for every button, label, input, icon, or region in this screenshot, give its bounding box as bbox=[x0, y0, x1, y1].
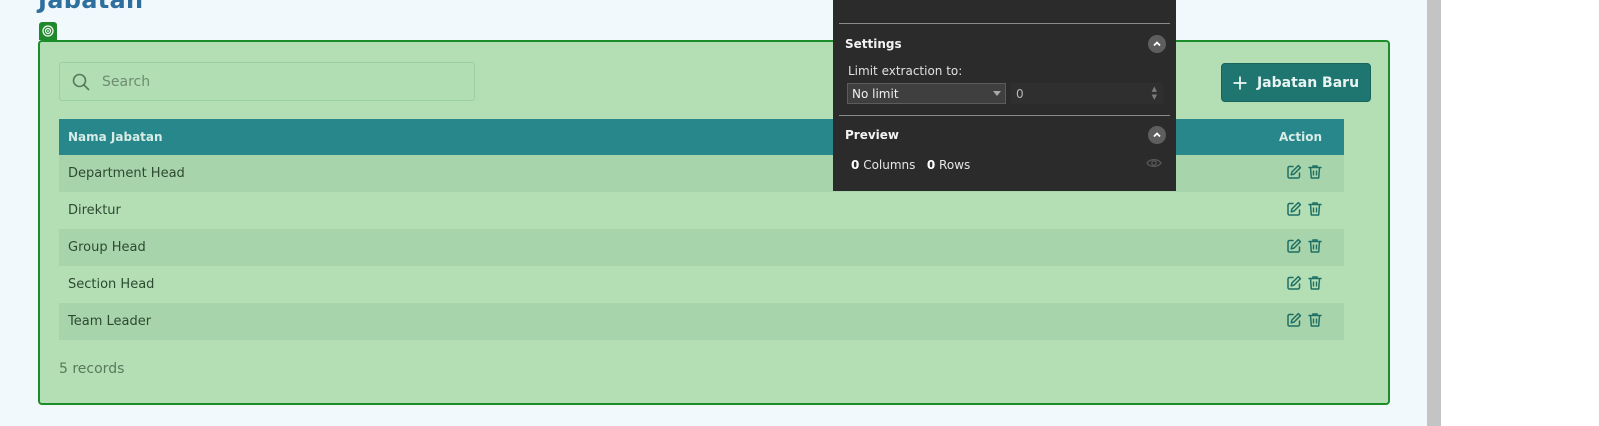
edit-icon[interactable] bbox=[1286, 312, 1302, 332]
plus-icon bbox=[1233, 76, 1247, 89]
row-name: Department Head bbox=[68, 166, 185, 181]
chevron-up-icon[interactable] bbox=[1148, 126, 1166, 144]
row-name: Direktur bbox=[68, 203, 121, 218]
rows-label: Rows bbox=[939, 158, 971, 172]
columns-count: 0 bbox=[851, 158, 860, 172]
row-name: Section Head bbox=[68, 277, 155, 292]
row-name: Team Leader bbox=[68, 314, 152, 329]
row-actions bbox=[1286, 275, 1323, 295]
number-stepper[interactable]: ▲ ▼ bbox=[1152, 85, 1157, 101]
trash-icon[interactable] bbox=[1307, 201, 1323, 221]
trash-icon[interactable] bbox=[1307, 238, 1323, 258]
row-actions bbox=[1286, 201, 1323, 221]
records-count: 5 records bbox=[59, 361, 125, 377]
trash-icon[interactable] bbox=[1307, 275, 1323, 295]
panel-divider bbox=[839, 23, 1170, 24]
search-icon bbox=[72, 73, 90, 90]
panel-divider bbox=[839, 115, 1170, 116]
limit-label: Limit extraction to: bbox=[848, 64, 963, 78]
scrollbar[interactable] bbox=[1427, 0, 1441, 426]
column-header-action: Action bbox=[1278, 130, 1322, 144]
table-row: Team Leader bbox=[59, 303, 1344, 340]
chevron-down-icon bbox=[993, 91, 1001, 96]
columns-label: Columns bbox=[863, 158, 916, 172]
limit-number-value: 0 bbox=[1016, 86, 1024, 101]
jabatan-card: Jabatan Baru Nama Jabatan Action Departm… bbox=[38, 40, 1390, 405]
table-row: Direktur bbox=[59, 192, 1344, 229]
preview-title: Preview bbox=[845, 128, 900, 142]
row-name: Group Head bbox=[68, 240, 146, 255]
chevron-up-icon[interactable] bbox=[1148, 35, 1166, 53]
column-header-name[interactable]: Nama Jabatan bbox=[68, 130, 163, 144]
row-actions bbox=[1286, 238, 1323, 258]
eye-icon[interactable] bbox=[1146, 157, 1162, 172]
trash-icon[interactable] bbox=[1307, 312, 1323, 332]
edit-icon[interactable] bbox=[1286, 201, 1302, 221]
limit-select-value: No limit bbox=[852, 86, 899, 101]
rows-count: 0 bbox=[926, 158, 936, 172]
preview-summary: 0 Columns 0 Rows bbox=[851, 158, 970, 172]
edit-icon[interactable] bbox=[1286, 238, 1302, 258]
edit-icon[interactable] bbox=[1286, 164, 1302, 184]
row-actions bbox=[1286, 164, 1323, 184]
settings-title: Settings bbox=[845, 37, 902, 51]
add-jabatan-button[interactable]: Jabatan Baru bbox=[1221, 63, 1371, 102]
search-field[interactable] bbox=[59, 62, 475, 101]
right-margin bbox=[1441, 0, 1599, 426]
search-input[interactable] bbox=[102, 73, 442, 90]
extraction-panel: Settings Limit extraction to: No limit 0… bbox=[833, 0, 1176, 191]
edit-icon[interactable] bbox=[1286, 275, 1302, 295]
table-row: Section Head bbox=[59, 266, 1344, 303]
trash-icon[interactable] bbox=[1307, 164, 1323, 184]
page-title: Jabatan bbox=[38, 0, 144, 14]
limit-number-input[interactable]: 0 ▲ ▼ bbox=[1011, 83, 1163, 104]
table-row: Group Head bbox=[59, 229, 1344, 266]
row-actions bbox=[1286, 312, 1323, 332]
add-button-label: Jabatan Baru bbox=[1256, 74, 1360, 91]
limit-select[interactable]: No limit bbox=[847, 83, 1006, 104]
target-icon[interactable] bbox=[39, 22, 57, 40]
